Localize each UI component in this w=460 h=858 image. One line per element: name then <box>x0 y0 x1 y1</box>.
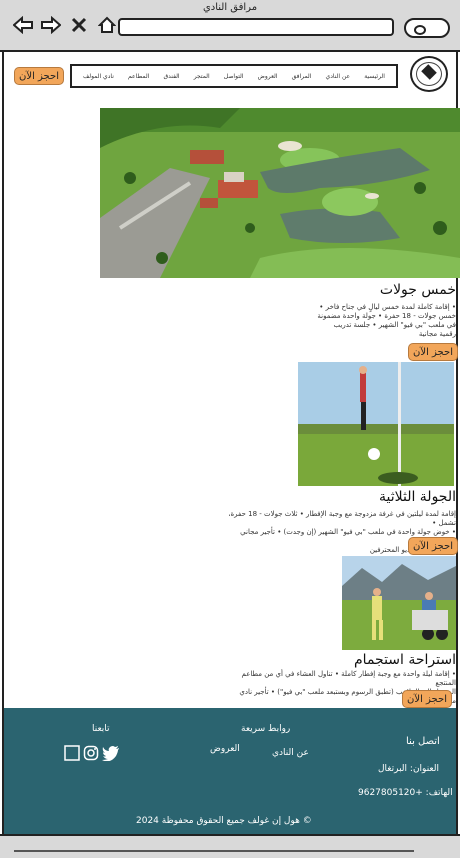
square-icon[interactable] <box>64 745 80 765</box>
section-1-line: • إقامة كاملة لمدة خمس ليالٍ في جناح فاخ… <box>319 303 456 311</box>
footer-social-icons <box>64 745 120 765</box>
section-1-line: في ملعب "بي فيو" الشهير • جلسة تدريب <box>333 321 457 329</box>
hero-image <box>100 108 460 278</box>
menu-item-home[interactable]: الرئيسية <box>364 73 385 80</box>
section-3-image <box>342 556 456 650</box>
instagram-icon[interactable] <box>83 745 99 765</box>
browser-nav <box>12 14 118 36</box>
menu-item-offers[interactable]: العروض <box>258 73 278 80</box>
section-1-book-button[interactable]: احجز الآن <box>408 343 458 361</box>
section-2-image <box>298 362 454 486</box>
section-3-book-button[interactable]: احجز الآن <box>402 690 452 708</box>
footer-follow-title: تابعنا <box>92 724 110 734</box>
menu-item-golf-club[interactable]: نادي المولف <box>83 73 114 80</box>
home-icon[interactable] <box>96 14 118 36</box>
section-2-title: الجولة الثلاثية <box>378 489 456 505</box>
footer-address: العنوان: البرتغال <box>378 764 440 774</box>
footer-link-offers[interactable]: العروض <box>210 744 240 754</box>
footer-quick-links-title: روابط سريعة <box>241 724 291 734</box>
twitter-icon[interactable] <box>102 745 120 765</box>
browser-chrome: مرافق النادي <box>0 0 460 52</box>
section-1-line: رقمية مجانية <box>418 330 456 338</box>
menu-item-hotel[interactable]: الفندق <box>163 73 179 80</box>
section-3-title: استراحة استجمام <box>354 652 456 668</box>
section-1-description: • إقامة كاملة لمدة خمس ليالٍ في جناح فاخ… <box>260 303 456 339</box>
menu-item-facilities[interactable]: المرافق <box>292 73 312 80</box>
footer-contact-title: اتصل بنا <box>406 736 440 747</box>
section-2-book-button[interactable]: احجز الآن <box>408 537 458 555</box>
menu-item-about[interactable]: عن النادي <box>326 73 351 80</box>
search-icon[interactable] <box>404 18 450 38</box>
browser-title: مرافق النادي <box>202 2 258 13</box>
club-logo[interactable] <box>410 56 448 92</box>
main-menu: الرئيسية عن النادي المرافق العروض التواص… <box>70 64 398 88</box>
footer-phone: الهاتف: +9627805120 <box>358 788 453 798</box>
url-bar[interactable] <box>118 18 394 36</box>
close-icon[interactable] <box>68 14 90 36</box>
browser-bottom-bar <box>0 834 460 858</box>
arrow-right-icon[interactable] <box>40 14 62 36</box>
menu-item-shop[interactable]: المتجر <box>194 73 210 80</box>
site-footer: اتصل بنا العنوان: البرتغال الهاتف: +9627… <box>4 708 456 834</box>
menu-item-restaurants[interactable]: المطاعم <box>128 73 149 80</box>
menu-item-contact[interactable]: التواصل <box>224 73 244 80</box>
footer-link-about[interactable]: عن النادي <box>272 748 309 758</box>
header-book-button[interactable]: احجز الآن <box>14 67 64 85</box>
section-3-line: • إقامة ليلة واحدة مع وجبة إفطار كاملة •… <box>241 670 456 687</box>
footer-copyright: هول إن غولف جميع الحقوق محفوظة 2024 © <box>136 816 312 826</box>
section-1-title: خمس جولات <box>379 282 456 298</box>
section-1-line: خمس جولات - 18 حفرة • جولة واحدة مضمونة <box>317 312 456 320</box>
arrow-left-icon[interactable] <box>12 14 34 36</box>
section-2-line: إقامة لمدة ليلتين في غرفة مزدوجة مع وجبة… <box>228 510 456 527</box>
browser-bottom-line <box>14 850 414 852</box>
